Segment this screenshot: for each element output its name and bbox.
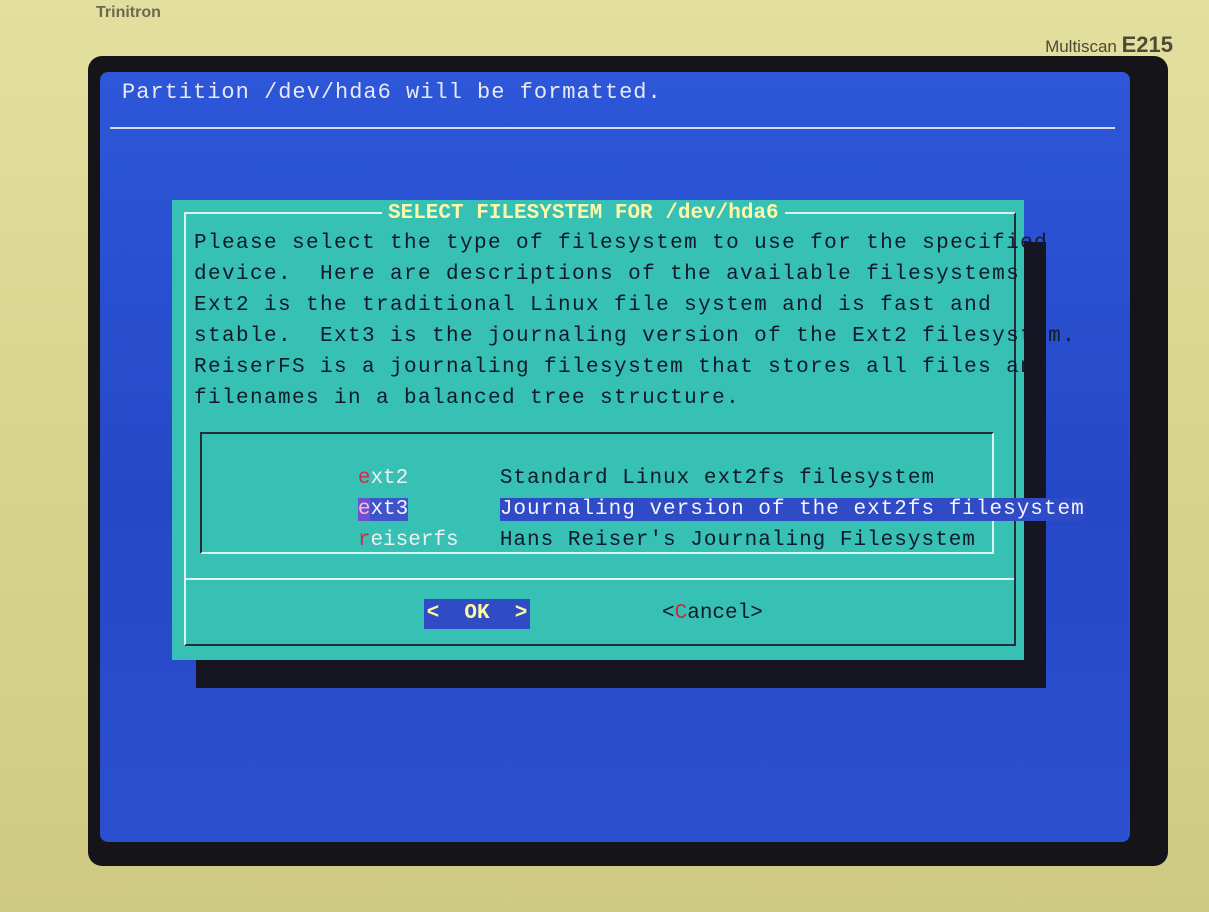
cancel-label-rest: ancel> bbox=[687, 602, 763, 625]
option-tag-rest: eiserfs bbox=[370, 529, 459, 552]
filesystem-dialog: SELECT FILESYSTEM FOR /dev/hda6 Please s… bbox=[172, 200, 1085, 660]
hotkey-letter: r bbox=[357, 529, 371, 552]
monitor-model-label: Multiscan E215 bbox=[1045, 32, 1173, 58]
dialog-title: SELECT FILESYSTEM FOR /dev/hda6 bbox=[382, 202, 785, 225]
option-ext3[interactable]: ext3 Journaling version of the ext2fs fil… bbox=[257, 475, 1085, 521]
cancel-hotkey: C bbox=[674, 602, 688, 625]
terminal-screen: Partition /dev/hda6 will be formatted. S… bbox=[100, 72, 1130, 842]
dialog-description: Please select the type of filesystem to … bbox=[194, 232, 1077, 410]
option-reiserfs[interactable]: reiserfs Hans Reiser's Journaling Filesys… bbox=[257, 506, 976, 552]
cancel-bracket: < bbox=[662, 602, 675, 625]
model-code: E215 bbox=[1121, 32, 1173, 57]
button-separator bbox=[184, 578, 1014, 580]
monitor-brand-label: Trinitron bbox=[96, 4, 161, 21]
option-ext2[interactable]: ext2 Standard Linux ext2fs filesystem bbox=[257, 444, 935, 490]
ok-button[interactable]: < OK > bbox=[424, 599, 530, 629]
model-prefix: Multiscan bbox=[1045, 37, 1117, 56]
option-tag: reiserfs bbox=[358, 529, 500, 552]
option-description: Hans Reiser's Journaling Filesystem bbox=[499, 529, 976, 552]
header-divider bbox=[110, 127, 1115, 129]
screen-header: Partition /dev/hda6 will be formatted. bbox=[122, 80, 662, 105]
filesystem-list[interactable]: ext2 Standard Linux ext2fs filesystem ext… bbox=[200, 432, 1085, 554]
cancel-button[interactable]: <Cancel> bbox=[662, 599, 763, 629]
